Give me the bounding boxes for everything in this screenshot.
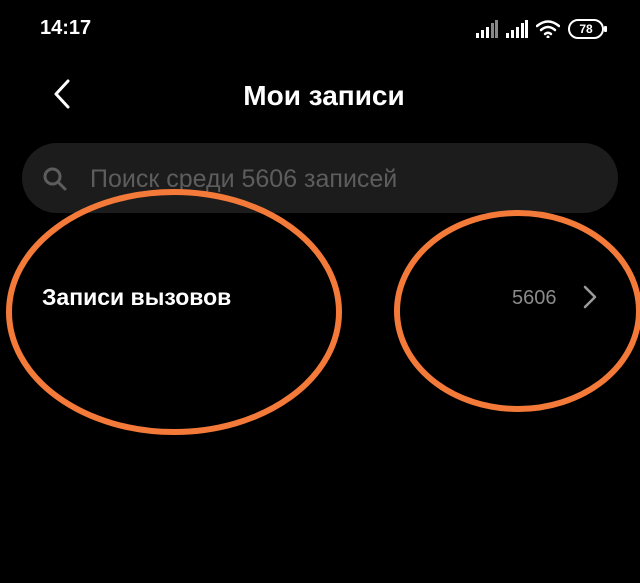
list-item-call-recordings[interactable]: Записи вызовов 5606 [0, 258, 640, 342]
list-item-count: 5606 [512, 287, 557, 309]
search-icon [42, 166, 68, 197]
page-title: Мои записи [243, 80, 405, 111]
battery-level: 78 [579, 22, 593, 36]
status-bar: 14:17 78 [0, 0, 640, 60]
list-item-label: Записи вызовов [42, 284, 232, 310]
system-icons: 78 [476, 17, 607, 41]
header: Мои записи [0, 68, 640, 124]
signal-icon [506, 20, 528, 38]
battery-icon: 78 [568, 19, 607, 39]
status-time: 14:17 [40, 17, 92, 39]
chevron-right-icon [582, 284, 598, 315]
signal-icon [476, 20, 498, 38]
search-input[interactable] [88, 143, 592, 215]
search-bar[interactable] [22, 143, 618, 215]
wifi-icon [536, 20, 560, 38]
